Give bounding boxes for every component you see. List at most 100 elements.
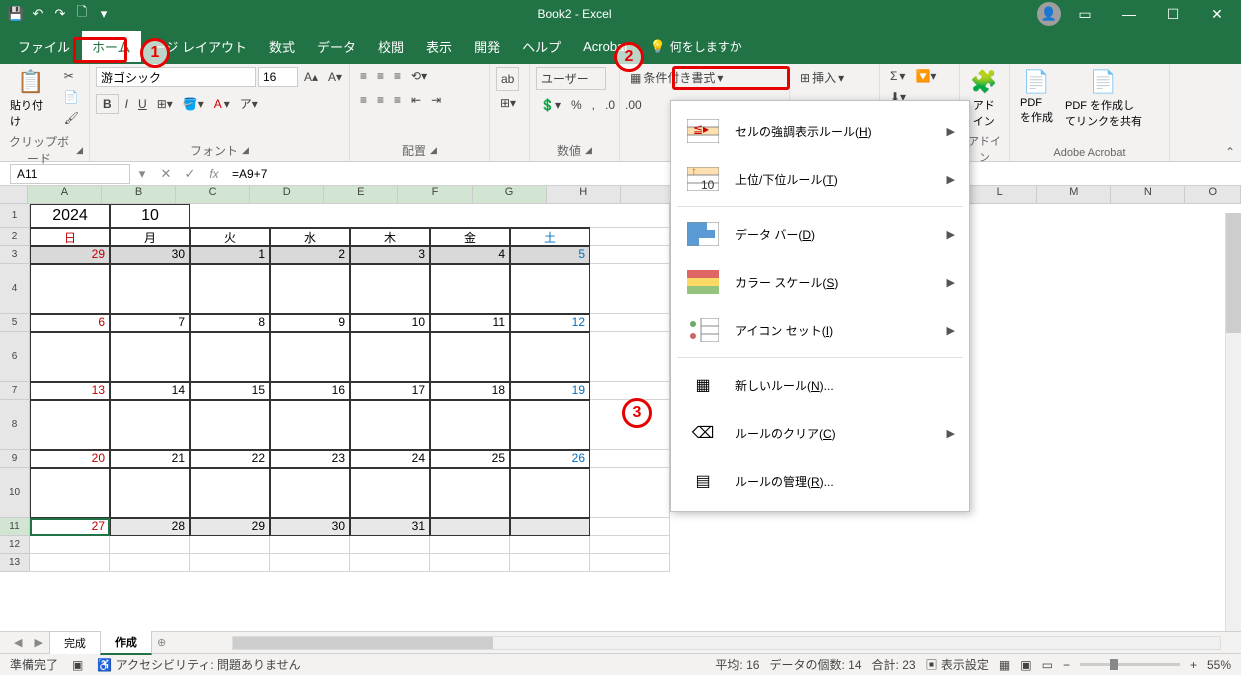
currency-button[interactable]: 💲▾ [536,96,565,114]
calendar-cell[interactable]: 22 [190,450,270,468]
view-normal-icon[interactable]: ▦ [999,658,1010,672]
tell-me[interactable]: 💡 何をしますか [640,32,752,61]
tab-acrobat[interactable]: Acrobat [573,33,638,60]
minimize-button[interactable]: — [1109,0,1149,28]
calendar-cell[interactable]: 1 [190,246,270,264]
calendar-cell[interactable] [270,400,350,450]
col-header[interactable]: M [1037,186,1111,204]
calendar-cell[interactable]: 16 [270,382,350,400]
menu-new-rule[interactable]: ▦ 新しいルール(N)... [671,361,969,409]
calendar-cell[interactable] [30,332,110,382]
calendar-cell[interactable]: 3 [350,246,430,264]
calendar-cell[interactable] [30,264,110,314]
calendar-cell[interactable]: 10 [350,314,430,332]
undo-icon[interactable]: ↶ [30,6,46,22]
tab-review[interactable]: 校閲 [368,31,414,62]
display-settings-button[interactable]: ▣ 表示設定 [926,656,989,673]
conditional-format-button[interactable]: ▦ 条件付き書式 ▾ [626,67,727,88]
format-painter-button[interactable]: 🖌 [60,109,83,127]
pdf-share-button[interactable]: 📄 PDF を作成し てリンクを共有 [1061,67,1146,131]
col-header[interactable]: D [250,186,324,204]
cut-button[interactable]: ✂ [60,67,83,85]
menu-color-scales[interactable]: カラー スケール(S) ▶ [671,258,969,306]
calendar-cell[interactable] [30,468,110,518]
view-pagelayout-icon[interactable]: ▣ [1020,658,1031,672]
insert-cells-button[interactable]: ⊞ 挿入 ▾ [796,67,848,88]
zoom-in-button[interactable]: + [1190,658,1197,672]
calendar-cell[interactable]: 15 [190,382,270,400]
calendar-cell[interactable]: 18 [430,382,510,400]
font-name-input[interactable] [96,67,256,87]
menu-manage-rules[interactable]: ▤ ルールの管理(R)... [671,457,969,505]
cancel-formula-icon[interactable]: ✕ [154,166,178,182]
worksheet-grid[interactable]: A B C D E F G H L M N O 1 2024 102日月火水木金… [0,186,1241,631]
tab-view[interactable]: 表示 [416,31,462,62]
indent-decrease-button[interactable]: ⇤ [407,91,425,109]
calendar-cell[interactable] [510,264,590,314]
zoom-thumb[interactable] [1110,659,1118,670]
new-sheet-button[interactable]: ⊕ [151,636,172,649]
clipboard-launcher-icon[interactable]: ◢ [76,145,83,156]
col-header[interactable]: N [1111,186,1185,204]
calendar-cell[interactable] [510,518,590,536]
underline-button[interactable]: U [134,95,151,113]
col-header[interactable]: G [473,186,547,204]
calendar-cell[interactable] [190,468,270,518]
calendar-cell[interactable]: 31 [350,518,430,536]
calendar-cell[interactable] [350,400,430,450]
calendar-cell[interactable]: 29 [190,518,270,536]
menu-icon-sets[interactable]: アイコン セット(I) ▶ [671,306,969,354]
align-launcher-icon[interactable]: ◢ [430,145,437,156]
align-middle-button[interactable]: ≡ [373,67,388,85]
font-size-input[interactable] [258,67,298,87]
zoom-value[interactable]: 55% [1207,658,1231,672]
qat-dropdown-icon[interactable]: ▾ [96,6,112,22]
calendar-cell[interactable]: 5 [510,246,590,264]
autosum-button[interactable]: Σ ▾ 🔽▾ [886,67,940,85]
calendar-cell[interactable]: 24 [350,450,430,468]
calendar-cell[interactable]: 30 [270,518,350,536]
user-avatar-icon[interactable]: 👤 [1037,2,1061,26]
number-format-select[interactable]: ユーザー [536,67,606,90]
decrease-font-button[interactable]: A▾ [324,68,346,86]
calendar-cell[interactable] [190,400,270,450]
horizontal-scrollbar[interactable] [232,636,1221,650]
calendar-cell[interactable]: 9 [270,314,350,332]
menu-highlight-rules[interactable]: ≦▸ セルの強調表示ルール(H) ▶ [671,107,969,155]
calendar-cell[interactable] [510,400,590,450]
menu-clear-rules[interactable]: ⌫ ルールのクリア(C) ▶ [671,409,969,457]
percent-button[interactable]: % [567,96,586,114]
addins-button[interactable]: 🧩 アド イン [966,67,1001,131]
calendar-cell[interactable]: 4 [430,246,510,264]
col-header[interactable]: H [547,186,621,204]
menu-data-bars[interactable]: データ バー(D) ▶ [671,210,969,258]
calendar-cell[interactable]: 19 [510,382,590,400]
align-right-button[interactable]: ≡ [390,91,405,109]
calendar-cell[interactable]: 20 [30,450,110,468]
name-box-dropdown-icon[interactable]: ▾ [130,166,154,182]
calendar-cell[interactable]: 17 [350,382,430,400]
view-pagebreak-icon[interactable]: ▭ [1042,658,1053,672]
ribbon-display-icon[interactable]: ▭ [1065,0,1105,28]
save-icon[interactable]: 💾 [8,6,24,22]
calendar-cell[interactable]: 26 [510,450,590,468]
wrap-text-button[interactable]: ab [496,67,519,91]
tab-file[interactable]: ファイル [8,31,80,62]
number-launcher-icon[interactable]: ◢ [585,145,592,156]
sheet-nav-next-icon[interactable]: ▶ [28,636,48,649]
calendar-cell[interactable]: 13 [30,382,110,400]
fill-color-button[interactable]: 🪣▾ [179,95,208,113]
maximize-button[interactable]: ☐ [1153,0,1193,28]
calendar-cell[interactable] [430,400,510,450]
tab-developer[interactable]: 開発 [464,31,510,62]
align-bottom-button[interactable]: ≡ [390,67,405,85]
scrollbar-thumb[interactable] [233,637,493,649]
calendar-cell[interactable] [110,332,190,382]
merge-button[interactable]: ⊞▾ [496,94,520,112]
sheet-tab-1[interactable]: 完成 [49,631,101,654]
col-header[interactable]: L [963,186,1037,204]
align-center-button[interactable]: ≡ [373,91,388,109]
copy-button[interactable]: 📄 [60,88,83,106]
tab-formulas[interactable]: 数式 [259,31,305,62]
calendar-cell[interactable] [110,468,190,518]
